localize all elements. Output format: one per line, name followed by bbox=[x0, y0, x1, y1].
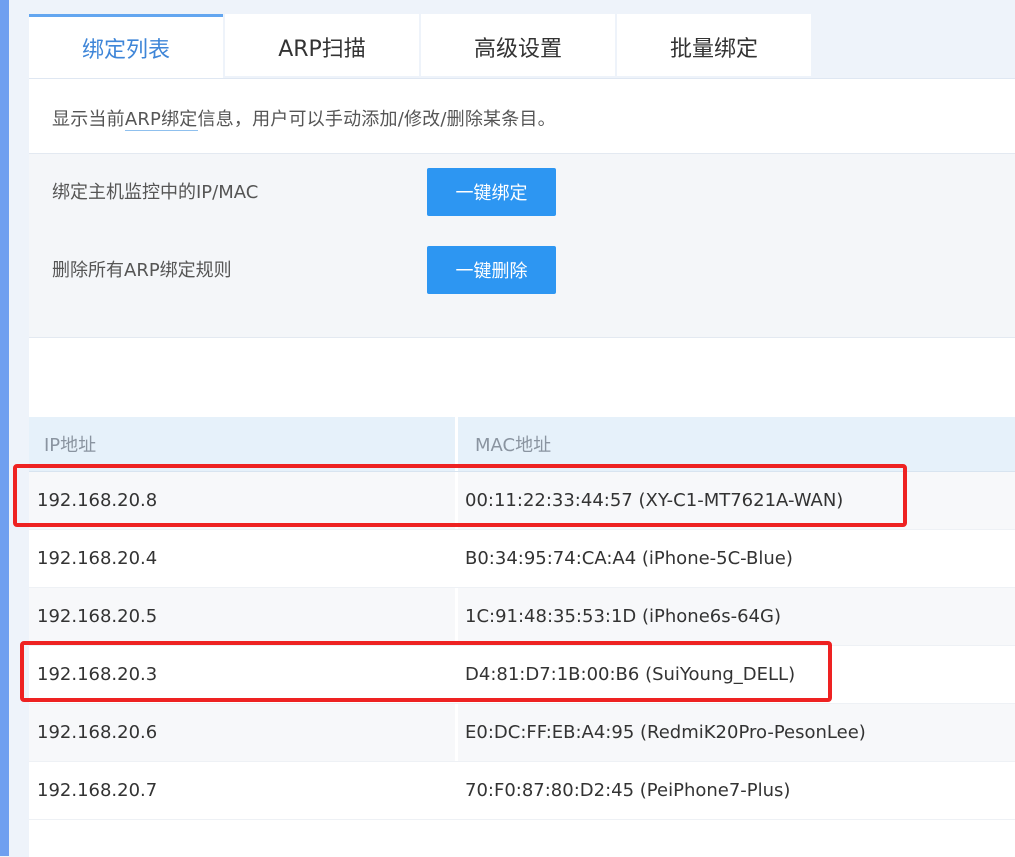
mac-cell: E0:DC:FF:EB:A4:95 (RedmiK20Pro-PesonLee) bbox=[465, 722, 866, 743]
description-suffix: 信息，用户可以手动添加/修改/删除某条目。 bbox=[197, 109, 556, 130]
tab-batch-binding[interactable]: 批量绑定 bbox=[617, 14, 811, 76]
bind-all-label: 绑定主机监控中的IP/MAC bbox=[52, 182, 259, 203]
description-prefix: 显示当前 bbox=[52, 109, 125, 130]
delete-all-button[interactable]: 一键删除 bbox=[427, 246, 556, 294]
mac-cell: 1C:91:48:35:53:1D (iPhone6s-64G) bbox=[465, 606, 781, 627]
description-highlight: ARP绑定 bbox=[124, 109, 198, 131]
ip-column-header: IP地址 bbox=[29, 417, 458, 471]
ip-cell: 192.168.20.6 bbox=[29, 704, 458, 761]
ip-cell: 192.168.20.5 bbox=[29, 588, 458, 645]
bind-all-button[interactable]: 一键绑定 bbox=[427, 168, 556, 216]
table-row[interactable]: 192.168.20.5 1C:91:48:35:53:1D (iPhone6s… bbox=[29, 588, 1015, 646]
highlight-box-row-4 bbox=[20, 641, 832, 702]
bulk-actions-section: 绑定主机监控中的IP/MAC 一键绑定 删除所有ARP绑定规则 一键删除 bbox=[29, 153, 1015, 338]
tab-arp-scan[interactable]: ARP扫描 bbox=[225, 14, 419, 76]
table-row[interactable]: 192.168.20.7 70:F0:87:80:D2:45 (PeiPhone… bbox=[29, 762, 1015, 820]
mac-column-header: MAC地址 bbox=[475, 435, 552, 456]
tab-advanced-settings[interactable]: 高级设置 bbox=[421, 14, 615, 76]
table-row[interactable]: 192.168.20.6 E0:DC:FF:EB:A4:95 (RedmiK20… bbox=[29, 704, 1015, 762]
table-row[interactable]: 192.168.20.4 B0:34:95:74:CA:A4 (iPhone-5… bbox=[29, 530, 1015, 588]
highlight-box-row-1 bbox=[13, 464, 907, 527]
mac-cell: 70:F0:87:80:D2:45 (PeiPhone7-Plus) bbox=[465, 780, 791, 801]
page-description: 显示当前ARP绑定信息，用户可以手动添加/修改/删除某条目。 bbox=[52, 105, 556, 131]
ip-cell: 192.168.20.7 bbox=[29, 762, 458, 819]
tab-bar: 绑定列表 ARP扫描 高级设置 批量绑定 bbox=[29, 14, 813, 78]
tab-binding-list[interactable]: 绑定列表 bbox=[29, 14, 223, 78]
ip-cell: 192.168.20.4 bbox=[29, 530, 458, 587]
left-sidebar-edge bbox=[0, 0, 9, 856]
delete-all-label: 删除所有ARP绑定规则 bbox=[52, 260, 232, 281]
mac-cell: B0:34:95:74:CA:A4 (iPhone-5C-Blue) bbox=[465, 548, 793, 569]
